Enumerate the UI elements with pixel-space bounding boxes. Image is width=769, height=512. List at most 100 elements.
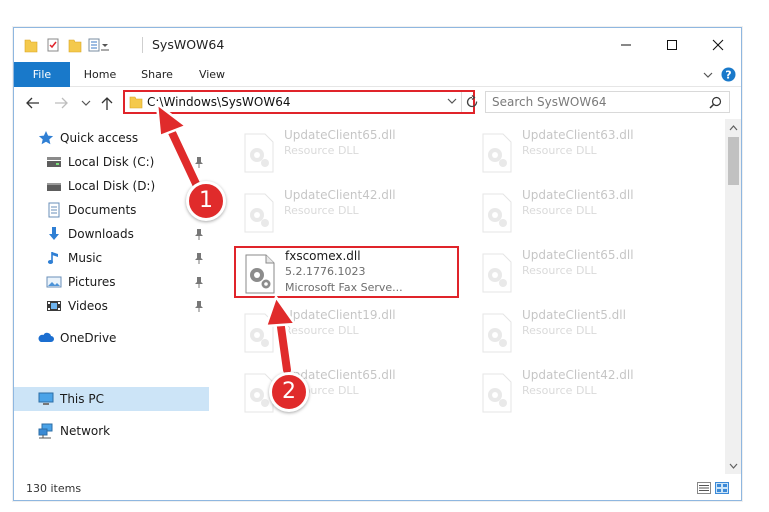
svg-text:?: ? xyxy=(725,69,731,82)
scroll-down-button[interactable] xyxy=(725,457,741,474)
tab-view[interactable]: View xyxy=(188,62,236,87)
address-bar[interactable]: C:\Windows\SysWOW64 xyxy=(123,90,478,114)
music-icon xyxy=(47,252,58,264)
expand-ribbon-icon[interactable] xyxy=(702,70,714,80)
tab-share[interactable]: Share xyxy=(130,62,184,87)
folder-icon xyxy=(24,39,38,53)
help-icon[interactable]: ? xyxy=(721,67,736,82)
this-pc-icon xyxy=(38,392,54,405)
step-2-badge: 2 xyxy=(269,372,309,412)
file-version: 5.2.1776.1023 xyxy=(285,265,366,278)
large-icons-view-icon[interactable] xyxy=(715,482,729,494)
explorer-window: SysWOW64 File Home Share View ? C:\Windo… xyxy=(13,27,742,501)
pin-icon[interactable] xyxy=(194,276,204,288)
new-folder-icon[interactable] xyxy=(68,37,82,53)
sidebar-item-label: Documents xyxy=(68,203,137,217)
navigation-bar: C:\Windows\SysWOW64 xyxy=(14,87,741,119)
recent-locations-button[interactable] xyxy=(76,93,96,113)
file-item[interactable]: UpdateClient19.dll Resource DLL xyxy=(235,307,460,359)
scroll-thumb[interactable] xyxy=(728,137,739,185)
sidebar-item-pictures[interactable]: Pictures xyxy=(14,270,209,294)
pin-icon[interactable] xyxy=(194,300,204,312)
network-icon xyxy=(38,423,53,439)
file-item[interactable]: UpdateClient5.dll Resource DLL xyxy=(473,307,698,359)
navigation-pane: Quick access Local Disk (C:) Local Disk … xyxy=(14,119,209,474)
properties-icon[interactable] xyxy=(46,37,60,53)
dll-file-icon xyxy=(244,313,274,353)
file-type: Resource DLL xyxy=(284,204,359,217)
scroll-up-button[interactable] xyxy=(725,119,741,136)
back-button[interactable] xyxy=(23,93,43,113)
search-box[interactable] xyxy=(485,91,730,113)
forward-button[interactable] xyxy=(51,93,71,113)
sidebar-item-documents[interactable]: Documents xyxy=(14,198,209,222)
minimize-button[interactable] xyxy=(603,28,649,62)
sidebar-item-this-pc[interactable]: This PC xyxy=(14,387,209,411)
up-arrow-icon xyxy=(101,97,113,110)
file-item[interactable]: UpdateClient42.dll Resource DLL xyxy=(473,367,698,419)
close-button[interactable] xyxy=(695,28,741,62)
file-type: Resource DLL xyxy=(522,144,597,157)
pin-icon[interactable] xyxy=(194,252,204,264)
file-item[interactable]: UpdateClient65.dll Resource DLL xyxy=(473,247,698,299)
pin-icon[interactable] xyxy=(194,156,204,168)
scroll-up-icon xyxy=(729,124,738,130)
file-item[interactable]: UpdateClient65.dll Resource DLL xyxy=(235,127,460,179)
status-bar: 130 items xyxy=(14,476,741,500)
tab-file[interactable]: File xyxy=(14,62,70,87)
file-name: UpdateClient65.dll xyxy=(522,248,634,262)
maximize-button[interactable] xyxy=(649,28,695,62)
dll-file-icon xyxy=(482,193,512,233)
refresh-icon[interactable] xyxy=(465,95,479,109)
minimize-icon xyxy=(621,44,631,46)
file-name: UpdateClient19.dll xyxy=(284,308,396,322)
file-name: UpdateClient5.dll xyxy=(522,308,626,322)
sidebar-item-label: Videos xyxy=(68,299,108,313)
sidebar-item-music[interactable]: Music xyxy=(14,246,209,270)
customize-toolbar-icon[interactable] xyxy=(88,37,112,53)
file-item[interactable]: UpdateClient63.dll Resource DLL xyxy=(473,127,698,179)
vertical-scrollbar[interactable] xyxy=(725,119,741,474)
item-count: 130 items xyxy=(26,482,82,495)
file-item[interactable]: UpdateClient63.dll Resource DLL xyxy=(473,187,698,239)
dll-file-icon xyxy=(482,313,512,353)
sidebar-item-local-disk-c[interactable]: Local Disk (C:) xyxy=(14,150,209,174)
pin-icon[interactable] xyxy=(194,228,204,240)
chevron-down-icon xyxy=(81,100,91,106)
details-view-icon[interactable] xyxy=(697,482,711,494)
sidebar-item-network[interactable]: Network xyxy=(14,419,209,443)
downloads-icon xyxy=(49,227,59,240)
file-type: Resource DLL xyxy=(284,324,359,337)
file-type: Resource DLL xyxy=(522,204,597,217)
sidebar-item-label: Downloads xyxy=(68,227,134,241)
dll-file-icon xyxy=(245,254,275,294)
address-dropdown-icon[interactable] xyxy=(447,98,457,106)
sidebar-item-label: Local Disk (D:) xyxy=(68,179,156,193)
tab-home[interactable]: Home xyxy=(74,62,126,87)
file-item-fxscomex[interactable]: fxscomex.dll 5.2.1776.1023 Microsoft Fax… xyxy=(234,246,459,298)
search-icon[interactable] xyxy=(709,96,722,109)
sidebar-item-quick-access[interactable]: Quick access xyxy=(14,126,209,150)
dll-file-icon xyxy=(244,193,274,233)
search-input[interactable] xyxy=(492,94,692,110)
file-name: UpdateClient65.dll xyxy=(284,128,396,142)
file-type: Resource DLL xyxy=(522,384,597,397)
dll-file-icon xyxy=(244,133,274,173)
sidebar-item-videos[interactable]: Videos xyxy=(14,294,209,318)
file-name: UpdateClient63.dll xyxy=(522,128,634,142)
drive-icon xyxy=(47,183,61,191)
dll-file-icon xyxy=(482,253,512,293)
up-button[interactable] xyxy=(97,93,117,113)
sidebar-item-label: Pictures xyxy=(68,275,116,289)
title-separator xyxy=(142,37,143,53)
sidebar-item-local-disk-d[interactable]: Local Disk (D:) xyxy=(14,174,209,198)
file-name: UpdateClient63.dll xyxy=(522,188,634,202)
scroll-down-icon xyxy=(729,463,738,469)
sidebar-item-label: Network xyxy=(60,424,111,438)
dll-file-icon xyxy=(482,373,512,413)
videos-icon xyxy=(47,301,61,311)
sidebar-item-downloads[interactable]: Downloads xyxy=(14,222,209,246)
file-item[interactable]: UpdateClient42.dll Resource DLL xyxy=(235,187,460,239)
star-icon xyxy=(38,131,54,145)
sidebar-item-onedrive[interactable]: OneDrive xyxy=(14,326,209,350)
